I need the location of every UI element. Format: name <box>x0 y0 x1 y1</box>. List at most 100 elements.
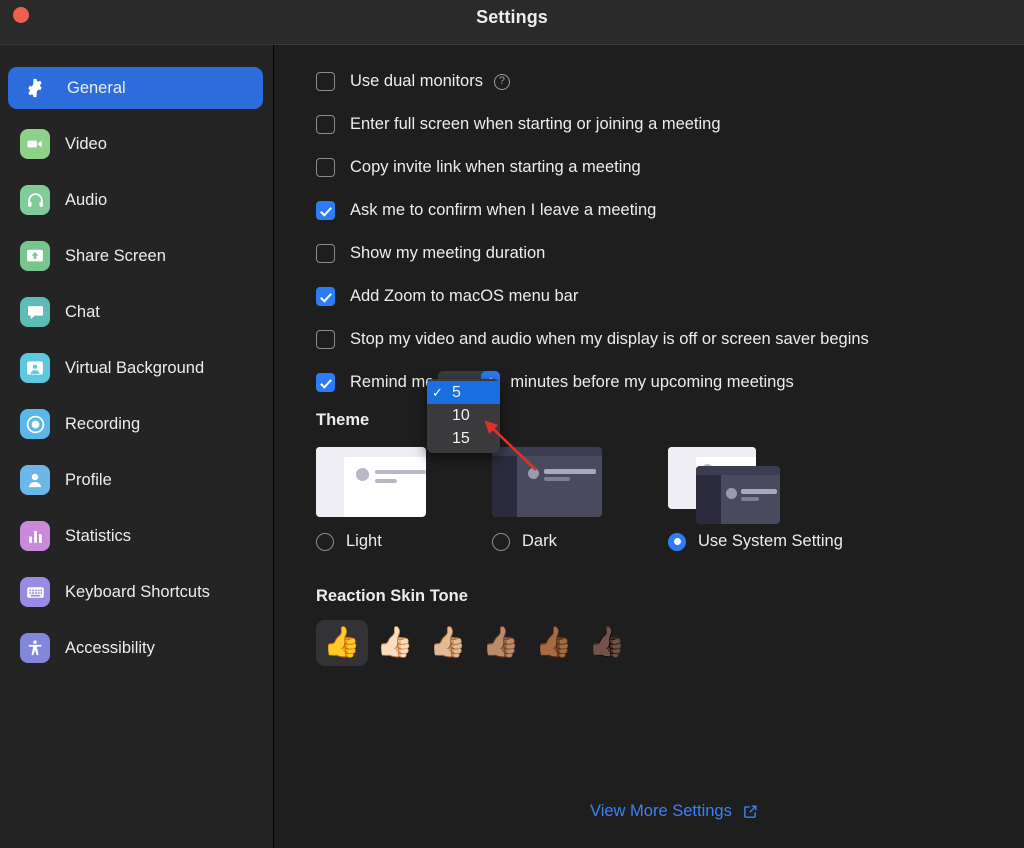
sidebar-item-recording[interactable]: Recording <box>8 403 263 445</box>
checkbox-row-remind-me[interactable]: Remind me ▲▼ minutes before my upcoming … <box>316 368 1024 397</box>
share-screen-icon <box>20 241 50 271</box>
skin-tone-thumbs-up-medium[interactable]: 👍🏽 <box>475 620 527 666</box>
checkbox-label: Add Zoom to macOS menu bar <box>350 287 579 305</box>
skin-tone-options-row: 👍 👍🏻 👍🏼 👍🏽 👍🏾 👍🏿 <box>316 620 1024 666</box>
view-more-settings-label: View More Settings <box>590 802 732 820</box>
chat-bubble-icon <box>20 297 50 327</box>
sidebar-item-label: Audio <box>65 190 108 209</box>
sidebar-item-label: Profile <box>65 470 112 489</box>
dark-theme-preview[interactable] <box>492 447 602 517</box>
checkbox-remind-me[interactable] <box>316 373 335 392</box>
gear-icon <box>22 73 48 103</box>
remind-minutes-dropdown[interactable]: ✓ 5 10 15 <box>427 379 500 453</box>
radio-light[interactable] <box>316 532 334 551</box>
sidebar-item-statistics[interactable]: Statistics <box>8 515 263 557</box>
checkbox-row-ask-confirm-leave[interactable]: Ask me to confirm when I leave a meeting <box>316 196 1024 225</box>
checkbox-copy-invite-link[interactable] <box>316 158 335 177</box>
remind-suffix-label: minutes before my upcoming meetings <box>510 373 794 391</box>
checkbox-label: Enter full screen when starting or joini… <box>350 115 721 133</box>
accessibility-icon <box>20 633 50 663</box>
system-theme-preview[interactable] <box>668 447 780 527</box>
check-icon: ✓ <box>432 384 443 400</box>
sidebar-item-label: Recording <box>65 414 141 433</box>
checkbox-stop-video-audio-display-off[interactable] <box>316 330 335 349</box>
radio-use-system-setting[interactable] <box>668 532 686 551</box>
window-body: General Video Audio Share Screen Chat Vi… <box>0 45 1024 848</box>
remind-prefix-label: Remind me <box>350 373 435 391</box>
radio-dark[interactable] <box>492 532 510 551</box>
sidebar-item-label: Accessibility <box>65 638 155 657</box>
checkbox-show-meeting-duration[interactable] <box>316 244 335 263</box>
headphones-icon <box>20 185 50 215</box>
dropdown-option-label: 10 <box>452 406 470 424</box>
sidebar-item-label: General <box>67 78 126 97</box>
checkbox-row-stop-video-audio-display-off[interactable]: Stop my video and audio when my display … <box>316 325 1024 354</box>
checkbox-label: Stop my video and audio when my display … <box>350 330 869 348</box>
checkbox-row-add-zoom-menu-bar[interactable]: Add Zoom to macOS menu bar <box>316 282 1024 311</box>
sidebar-item-accessibility[interactable]: Accessibility <box>8 627 263 669</box>
checkbox-label: Ask me to confirm when I leave a meeting <box>350 201 657 219</box>
sidebar-item-keyboard-shortcuts[interactable]: Keyboard Shortcuts <box>8 571 263 613</box>
dropdown-option-15[interactable]: 15 <box>427 427 500 450</box>
theme-option-label: Light <box>346 532 382 550</box>
checkbox-row-copy-invite-link[interactable]: Copy invite link when starting a meeting <box>316 153 1024 182</box>
radio-row-use-system-setting[interactable]: Use System Setting <box>668 532 898 551</box>
sidebar-item-label: Virtual Background <box>65 358 205 377</box>
sidebar-item-audio[interactable]: Audio <box>8 179 263 221</box>
checkbox-label: Copy invite link when starting a meeting <box>350 158 641 176</box>
keyboard-icon <box>20 577 50 607</box>
checkbox-label: Show my meeting duration <box>350 244 546 262</box>
theme-option-label: Dark <box>522 532 557 550</box>
theme-section-title: Theme <box>316 411 370 429</box>
theme-options-row: Light Dark Use System Setting <box>316 447 1024 551</box>
sidebar-item-chat[interactable]: Chat <box>8 291 263 333</box>
skin-tone-thumbs-up-dark[interactable]: 👍🏿 <box>581 620 633 666</box>
general-settings-panel: Use dual monitors ? Enter full screen wh… <box>274 45 1024 848</box>
dropdown-option-label: 15 <box>452 429 470 447</box>
skin-tone-thumbs-up-light[interactable]: 👍🏻 <box>369 620 421 666</box>
settings-sidebar: General Video Audio Share Screen Chat Vi… <box>0 45 274 848</box>
sidebar-item-share-screen[interactable]: Share Screen <box>8 235 263 277</box>
sidebar-item-label: Video <box>65 134 107 153</box>
light-theme-preview[interactable] <box>316 447 426 517</box>
sidebar-item-profile[interactable]: Profile <box>8 459 263 501</box>
sidebar-item-label: Share Screen <box>65 246 166 265</box>
checkbox-use-dual-monitors[interactable] <box>316 72 335 91</box>
person-icon <box>20 465 50 495</box>
checkbox-ask-confirm-leave[interactable] <box>316 201 335 220</box>
sidebar-item-label: Statistics <box>65 526 132 545</box>
dropdown-option-5[interactable]: ✓ 5 <box>427 381 500 404</box>
radio-row-dark[interactable]: Dark <box>492 532 668 551</box>
sidebar-item-label: Keyboard Shortcuts <box>65 582 210 601</box>
record-icon <box>20 409 50 439</box>
checkbox-row-enter-full-screen[interactable]: Enter full screen when starting or joini… <box>316 110 1024 139</box>
theme-option-dark[interactable]: Dark <box>492 447 668 551</box>
radio-row-light[interactable]: Light <box>316 532 492 551</box>
page-title: Settings <box>476 7 548 27</box>
skin-tone-thumbs-up-medium-light[interactable]: 👍🏼 <box>422 620 474 666</box>
skin-tone-thumbs-up-default[interactable]: 👍 <box>316 620 368 666</box>
help-icon[interactable]: ? <box>493 73 510 90</box>
sidebar-item-label: Chat <box>65 302 100 321</box>
theme-option-use-system-setting[interactable]: Use System Setting <box>668 447 898 551</box>
bar-chart-icon <box>20 521 50 551</box>
checkbox-row-show-meeting-duration[interactable]: Show my meeting duration <box>316 239 1024 268</box>
checkbox-label: Use dual monitors <box>350 72 483 90</box>
dropdown-option-label: 5 <box>452 383 461 401</box>
video-camera-icon <box>20 129 50 159</box>
settings-window: Settings General Video Audio Share Scree… <box>0 0 1024 848</box>
external-link-icon <box>742 803 759 820</box>
theme-option-label: Use System Setting <box>698 532 843 550</box>
checkbox-enter-full-screen[interactable] <box>316 115 335 134</box>
skin-tone-thumbs-up-medium-dark[interactable]: 👍🏾 <box>528 620 580 666</box>
theme-option-light[interactable]: Light <box>316 447 492 551</box>
dropdown-option-10[interactable]: 10 <box>427 404 500 427</box>
sidebar-item-video[interactable]: Video <box>8 123 263 165</box>
sidebar-item-general[interactable]: General <box>8 67 263 109</box>
view-more-settings-link[interactable]: View More Settings <box>590 802 759 821</box>
checkbox-add-zoom-menu-bar[interactable] <box>316 287 335 306</box>
checkbox-row-use-dual-monitors[interactable]: Use dual monitors ? <box>316 67 1024 96</box>
sidebar-item-virtual-background[interactable]: Virtual Background <box>8 347 263 389</box>
virtual-background-icon <box>20 353 50 383</box>
title-bar: Settings <box>0 0 1024 45</box>
